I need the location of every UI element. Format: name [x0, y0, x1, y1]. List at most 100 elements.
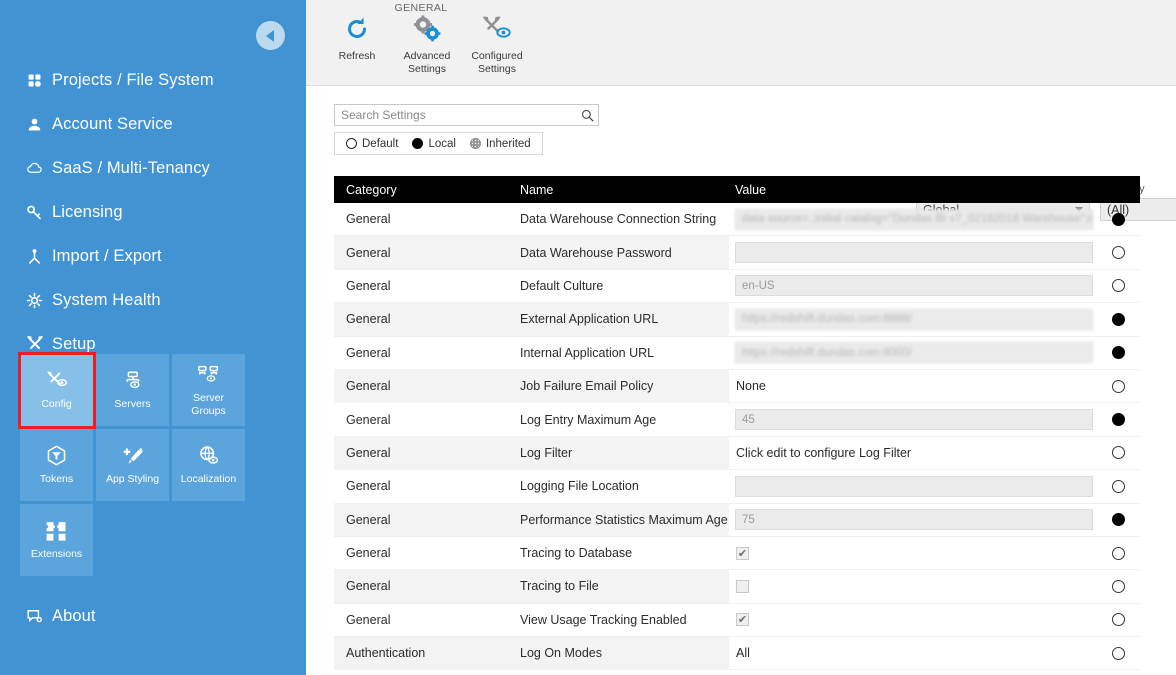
sidebar-item-system-health[interactable]: System Health	[0, 278, 306, 322]
cell-state-indicator[interactable]	[1097, 503, 1140, 536]
refresh-button[interactable]: Refresh	[322, 12, 392, 63]
cell-name: Log Entry Maximum Age	[514, 403, 729, 436]
advanced-settings-button[interactable]: AdvancedSettings	[392, 12, 462, 75]
refresh-icon	[344, 12, 370, 46]
settings-row[interactable]: GeneralTracing to File	[334, 570, 1140, 603]
settings-row[interactable]: GeneralDefault Cultureen-US	[334, 270, 1140, 303]
cell-state-indicator[interactable]	[1097, 336, 1140, 369]
checkbox-checked[interactable]: ✔	[736, 613, 749, 626]
settings-row[interactable]: AuthenticationLog On ModesAll	[334, 637, 1140, 670]
column-header-value[interactable]: Value	[729, 183, 1097, 197]
value-input[interactable]: 45	[735, 409, 1093, 430]
cell-category: General	[334, 203, 514, 236]
cell-state-indicator[interactable]	[1097, 603, 1140, 636]
value-input[interactable]: https://redshift.dundas.com:8000/	[735, 342, 1093, 363]
tile-label: Extensions	[29, 548, 84, 560]
value-input[interactable]	[735, 476, 1093, 497]
value-input[interactable]: en-US	[735, 275, 1093, 296]
sidebar-item-import-export[interactable]: Import / Export	[0, 234, 306, 278]
settings-row[interactable]: GeneralData Warehouse Password	[334, 236, 1140, 269]
cell-value: 75	[729, 503, 1097, 536]
cell-state-indicator[interactable]	[1097, 436, 1140, 469]
value-input[interactable]	[735, 242, 1093, 263]
settings-row[interactable]: GeneralExternal Application URLhttps://r…	[334, 303, 1140, 336]
tile-config[interactable]: Config	[20, 354, 93, 426]
settings-row[interactable]: GeneralView Usage Tracking Enabled✔	[334, 604, 1140, 637]
cell-state-indicator[interactable]	[1097, 403, 1140, 436]
configured-settings-button[interactable]: ConfiguredSettings	[462, 12, 532, 75]
search-icon[interactable]	[576, 109, 598, 122]
settings-row[interactable]: GeneralData Warehouse Connection Stringd…	[334, 203, 1140, 236]
local-state-icon	[1112, 513, 1125, 526]
search-input[interactable]	[335, 108, 576, 122]
legend-label-inherited: Inherited	[486, 138, 531, 150]
tile-tokens[interactable]: Tokens	[20, 429, 93, 501]
tile-server-groups[interactable]: ServerGroups	[172, 354, 245, 426]
settings-row[interactable]: GeneralPerformance Statistics Maximum Ag…	[334, 504, 1140, 537]
value-text: All	[735, 646, 750, 660]
tile-label: Localization	[179, 473, 238, 485]
sidebar-item-saas-multi-tenancy[interactable]: SaaS / Multi-Tenancy	[0, 146, 306, 190]
cell-state-indicator[interactable]	[1097, 536, 1140, 569]
collapse-sidebar-button[interactable]	[256, 21, 285, 50]
state-legend: Default Local Inherited	[334, 132, 543, 155]
settings-row[interactable]: GeneralLog FilterClick edit to configure…	[334, 437, 1140, 470]
cell-state-indicator[interactable]	[1097, 637, 1140, 670]
sidebar: Projects / File System Account ServiceSaa…	[0, 0, 306, 675]
tile-app-styling[interactable]: App Styling	[96, 429, 169, 501]
tile-localization[interactable]: Localization	[172, 429, 245, 501]
cell-value: None	[729, 369, 1097, 402]
cell-category: General	[334, 603, 514, 636]
settings-row[interactable]: GeneralLog Entry Maximum Age45	[334, 403, 1140, 436]
local-state-icon	[1112, 313, 1125, 326]
search-settings-wrap[interactable]	[334, 104, 599, 126]
checkbox-unchecked[interactable]	[736, 580, 749, 593]
sidebar-item-licensing[interactable]: Licensing	[0, 190, 306, 234]
inherited-state-icon	[470, 138, 481, 149]
cell-state-indicator[interactable]	[1097, 236, 1140, 269]
cell-state-indicator[interactable]	[1097, 570, 1140, 603]
settings-row[interactable]: GeneralTracing to Database✔	[334, 537, 1140, 570]
tile-label: Config	[39, 398, 73, 410]
sidebar-item-label: Projects / File System	[52, 71, 214, 90]
config-tools-icon	[46, 369, 68, 391]
checkbox-checked[interactable]: ✔	[736, 547, 749, 560]
value-input[interactable]: 75	[735, 509, 1093, 530]
column-header-category[interactable]: Category	[334, 183, 514, 197]
tile-servers[interactable]: Servers	[96, 354, 169, 426]
cell-name: Internal Application URL	[514, 336, 729, 369]
cell-state-indicator[interactable]	[1097, 203, 1140, 236]
ribbon-button-label: AdvancedSettings	[404, 50, 451, 75]
cell-state-indicator[interactable]	[1097, 269, 1140, 302]
legend-item-default: Default	[346, 138, 398, 150]
default-state-icon	[346, 138, 357, 149]
settings-row[interactable]: GeneralLogging File Location	[334, 470, 1140, 503]
default-state-icon	[1112, 580, 1125, 593]
local-state-icon	[1112, 346, 1125, 359]
sidebar-item-account-service[interactable]: Account Service	[0, 102, 306, 146]
ribbon-button-label: ConfiguredSettings	[471, 50, 522, 75]
app-root: Projects / File System Account ServiceSaa…	[0, 0, 1176, 675]
import-export-icon	[26, 248, 52, 265]
tile-label: Tokens	[38, 473, 75, 485]
value-input[interactable]: https://redshift.dundas.com:8888/	[735, 309, 1093, 330]
cell-name: External Application URL	[514, 303, 729, 336]
cell-state-indicator[interactable]	[1097, 369, 1140, 402]
cell-state-indicator[interactable]	[1097, 470, 1140, 503]
ribbon-toolbar: GENERAL Refresh AdvancedSettingsConfigur…	[306, 0, 1176, 86]
column-header-name[interactable]: Name	[514, 183, 729, 197]
cell-state-indicator[interactable]	[1097, 303, 1140, 336]
settings-row[interactable]: GeneralInternal Application URLhttps://r…	[334, 337, 1140, 370]
legend-label-default: Default	[362, 138, 398, 150]
sidebar-item-about[interactable]: About	[0, 594, 306, 638]
tile-extensions[interactable]: Extensions	[20, 504, 93, 576]
projects-file-system-icon	[26, 72, 52, 89]
sidebar-item-projects-file-system[interactable]: Projects / File System	[0, 58, 306, 102]
local-state-icon	[412, 138, 423, 149]
default-state-icon	[1112, 480, 1125, 493]
settings-row[interactable]: GeneralJob Failure Email PolicyNone	[334, 370, 1140, 403]
main-panel: GENERAL Refresh AdvancedSettingsConfigur…	[306, 0, 1176, 675]
sidebar-item-label: About	[52, 607, 96, 626]
default-state-icon	[1112, 279, 1125, 292]
value-input[interactable]: data source=.;initial catalog="Dundas BI…	[735, 209, 1093, 230]
